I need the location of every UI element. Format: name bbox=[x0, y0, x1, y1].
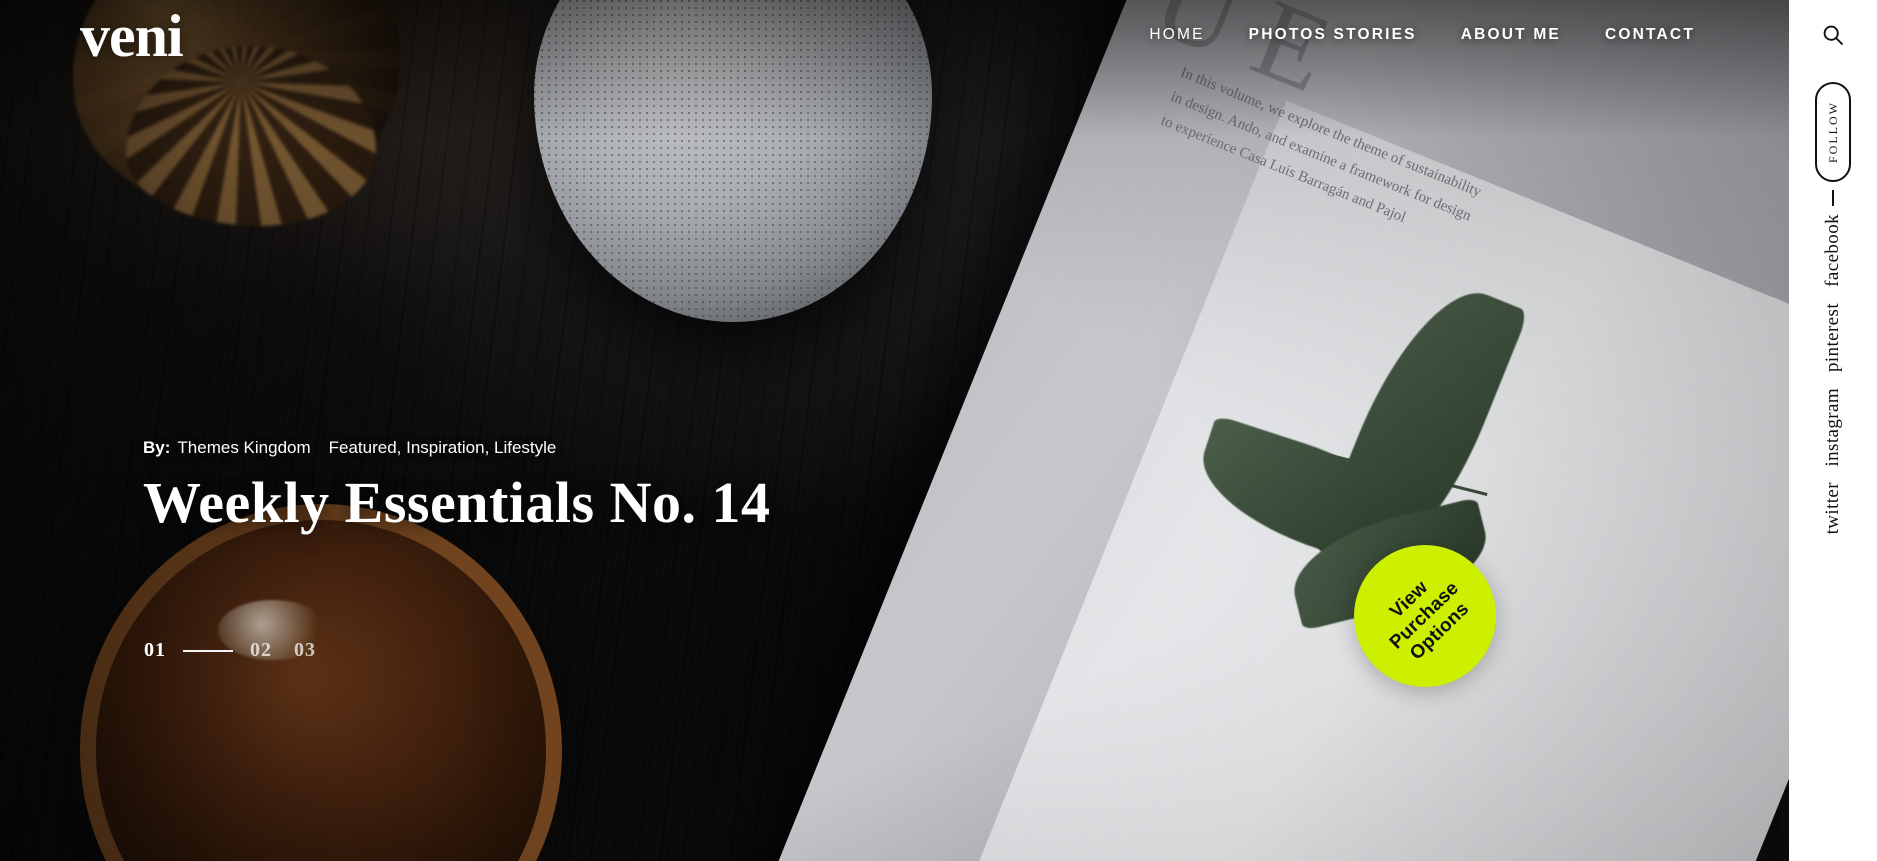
by-label: By: bbox=[143, 438, 171, 457]
post-meta: By: Themes Kingdom Featured, Inspiration… bbox=[143, 438, 771, 458]
slider-pagination: 01 02 03 bbox=[144, 639, 316, 662]
nav-item-about-me[interactable]: ABOUT ME bbox=[1439, 26, 1583, 44]
right-sidebar: FOLLOW facebook pinterest instagram twit… bbox=[1789, 0, 1877, 861]
slider-dot-01[interactable]: 01 bbox=[144, 639, 166, 662]
social-link-facebook[interactable]: facebook bbox=[1822, 214, 1844, 287]
post-categories[interactable]: Featured, Inspiration, Lifestyle bbox=[329, 438, 557, 458]
nav-item-photos-stories[interactable]: PHOTOS STORIES bbox=[1227, 26, 1439, 44]
slider-dot-03[interactable]: 03 bbox=[294, 639, 316, 662]
sidebar-divider-dash bbox=[1832, 190, 1834, 206]
site-header: veni HOME PHOTOS STORIES ABOUT ME CONTAC… bbox=[0, 0, 1789, 86]
social-link-pinterest[interactable]: pinterest bbox=[1822, 303, 1844, 372]
main-navigation: HOME PHOTOS STORIES ABOUT ME CONTACT bbox=[1127, 26, 1717, 44]
hero-caption: By: Themes Kingdom Featured, Inspiration… bbox=[143, 438, 771, 533]
view-purchase-options-badge[interactable]: View Purchase Options bbox=[1354, 545, 1496, 687]
slider-dot-02[interactable]: 02 bbox=[250, 639, 272, 662]
slider-active-line bbox=[183, 649, 233, 652]
nav-item-contact[interactable]: CONTACT bbox=[1583, 26, 1717, 44]
page-root: UE In this volume, we explore the theme … bbox=[0, 0, 1877, 861]
follow-button[interactable]: FOLLOW bbox=[1815, 82, 1851, 182]
hero-background-image: UE In this volume, we explore the theme … bbox=[0, 0, 1789, 861]
search-icon bbox=[1822, 24, 1844, 46]
photo-vignette-overlay bbox=[0, 0, 1789, 861]
search-button[interactable] bbox=[1789, 0, 1877, 70]
social-links: facebook pinterest instagram twitter bbox=[1789, 214, 1877, 551]
post-title[interactable]: Weekly Essentials No. 14 bbox=[143, 472, 771, 534]
purchase-badge-text: View Purchase Options bbox=[1371, 562, 1479, 670]
social-link-instagram[interactable]: instagram bbox=[1822, 388, 1844, 467]
follow-label: FOLLOW bbox=[1825, 101, 1840, 163]
nav-item-home[interactable]: HOME bbox=[1127, 26, 1226, 44]
social-link-twitter[interactable]: twitter bbox=[1822, 482, 1844, 534]
site-logo[interactable]: veni bbox=[80, 6, 184, 66]
post-author[interactable]: Themes Kingdom bbox=[177, 438, 310, 458]
